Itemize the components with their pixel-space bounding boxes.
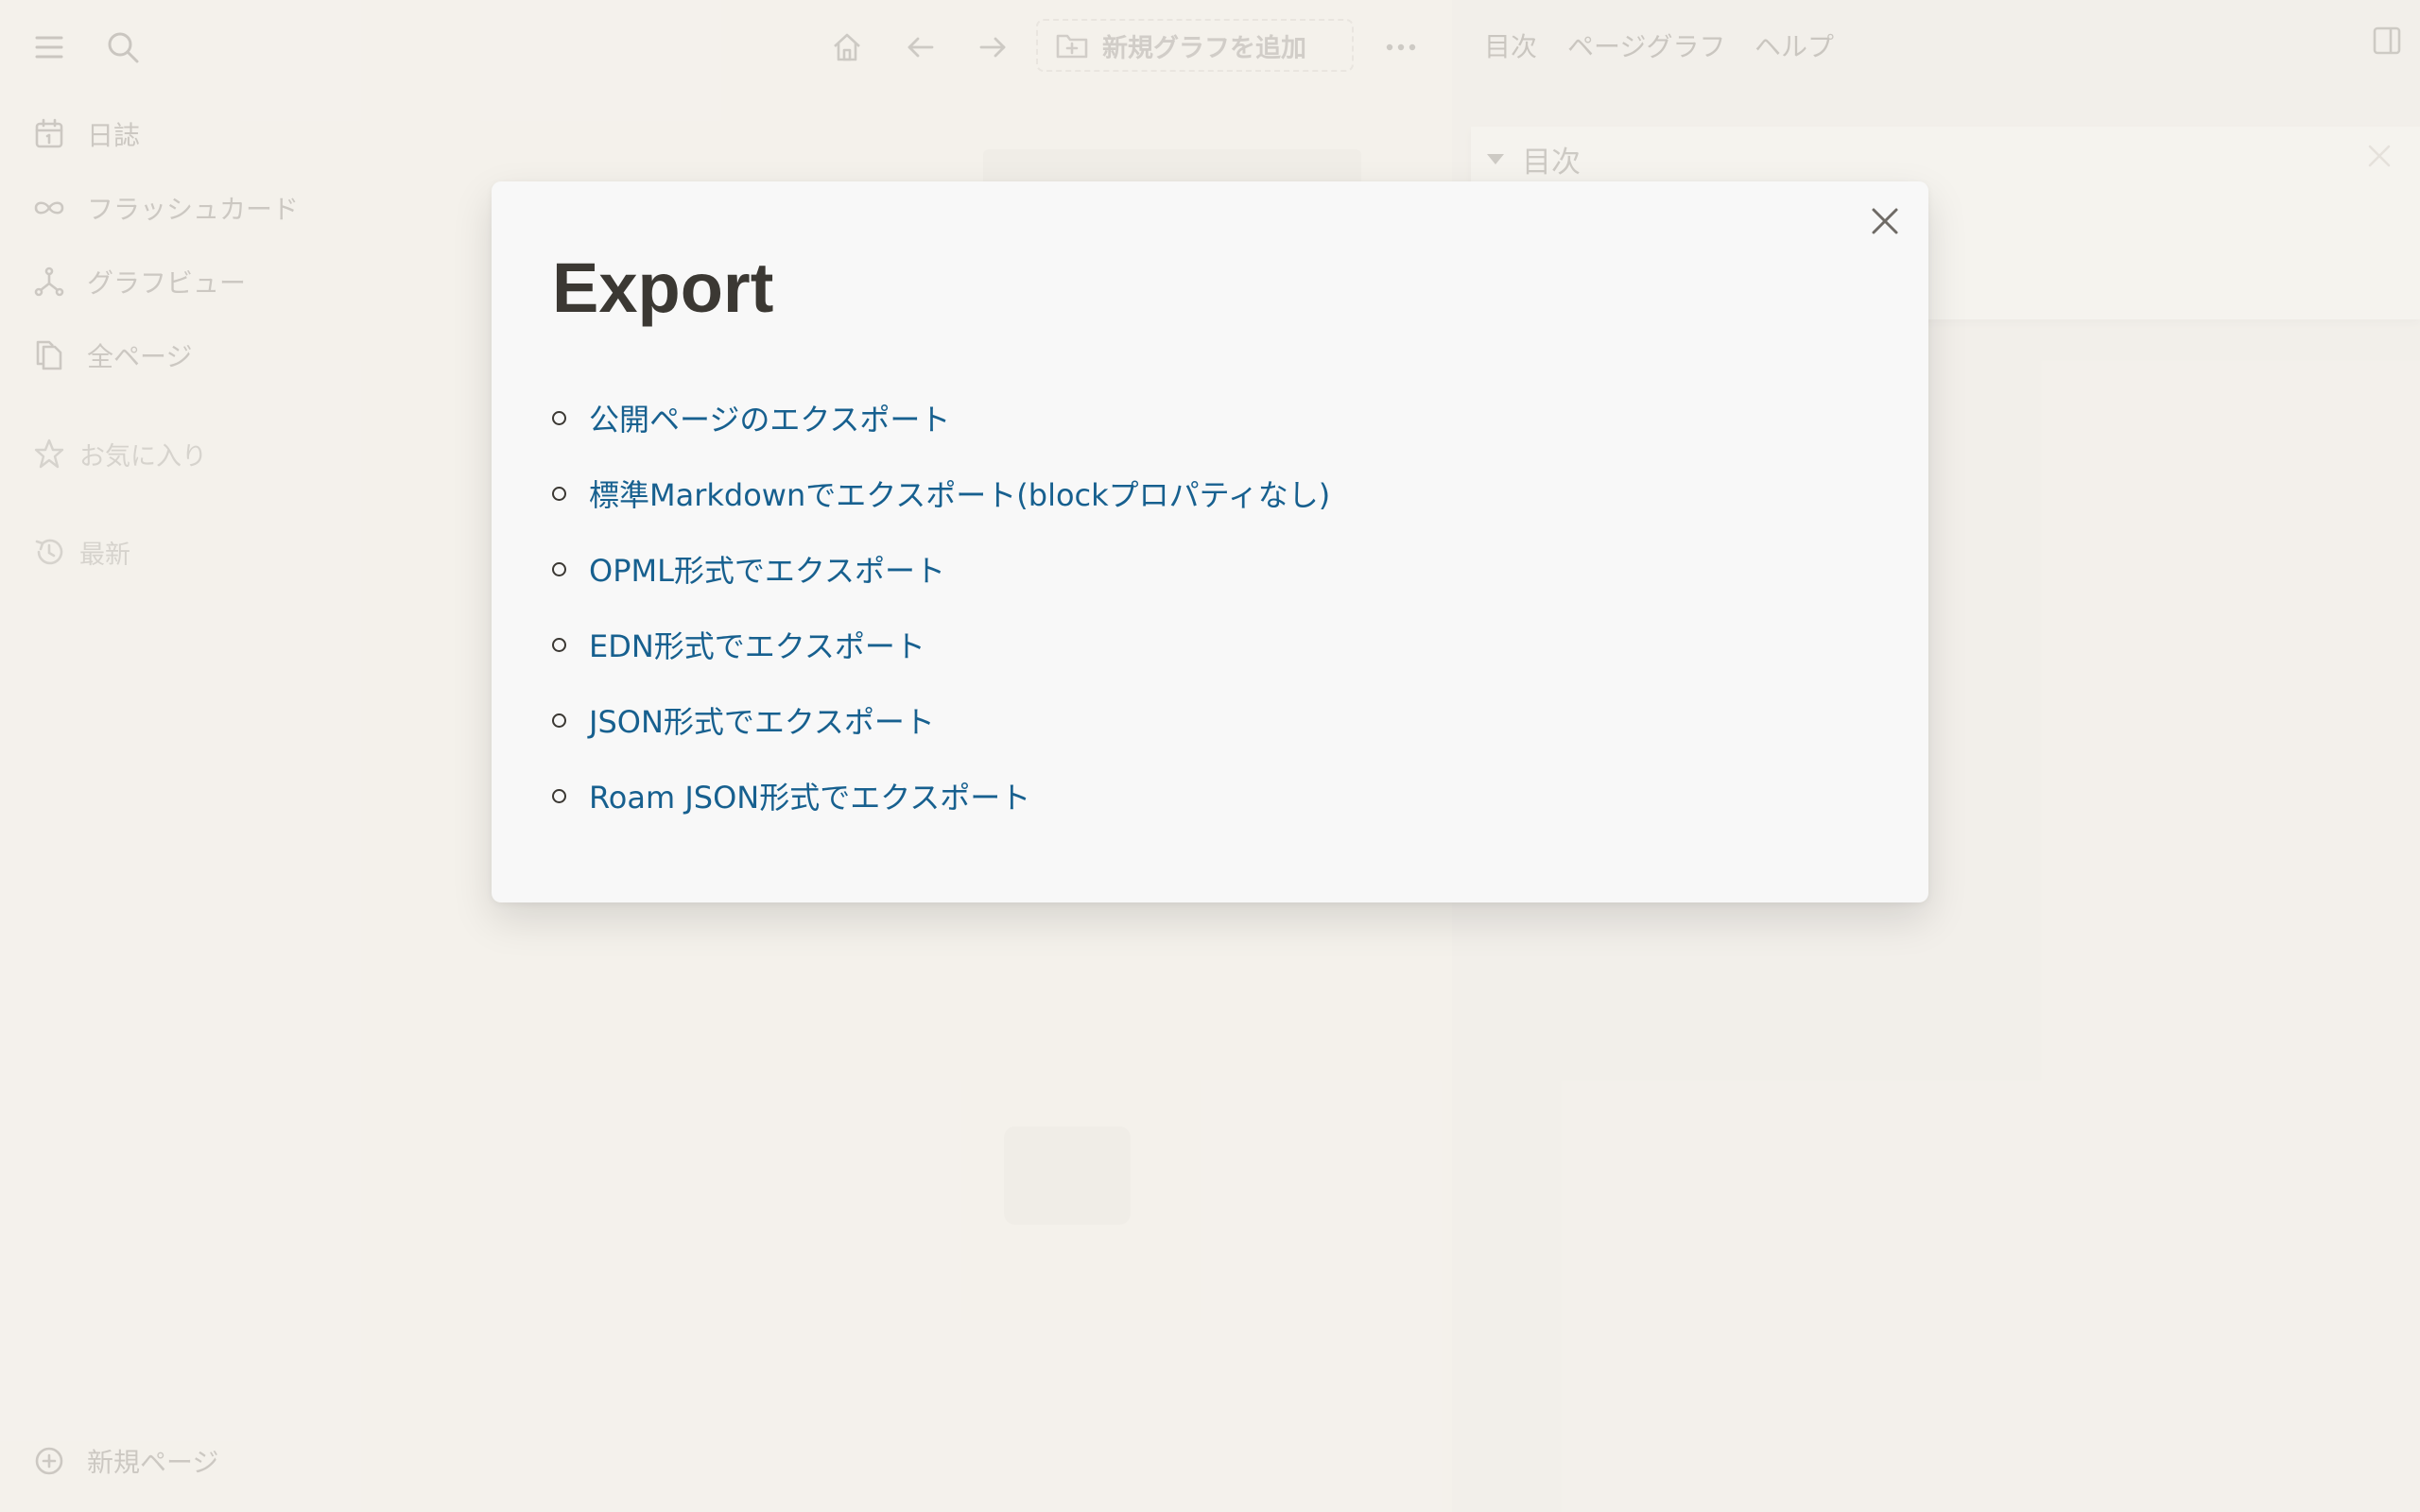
export-edn-link[interactable]: EDN形式でエクスポート [589,623,925,666]
list-item: 標準Markdownでエクスポート(blockプロパティなし) [552,455,1330,531]
bullet-icon [552,486,566,501]
bullet-icon [552,713,566,728]
list-item: EDN形式でエクスポート [552,607,1330,682]
export-json-link[interactable]: JSON形式でエクスポート [589,698,935,742]
bullet-icon [552,788,566,803]
close-icon[interactable] [1864,200,1906,242]
bullet-icon [552,561,566,576]
export-options-list: 公開ページのエクスポート 標準Markdownでエクスポート(blockプロパテ… [552,380,1330,833]
bullet-icon [552,637,566,652]
list-item: Roam JSON形式でエクスポート [552,758,1330,833]
bullet-icon [552,410,566,425]
export-dialog: Export 公開ページのエクスポート 標準Markdownでエクスポート(bl… [492,181,1928,902]
dialog-title: Export [552,249,774,327]
export-public-pages-link[interactable]: 公開ページのエクスポート [589,396,950,439]
export-opml-link[interactable]: OPML形式でエクスポート [589,547,945,591]
list-item: 公開ページのエクスポート [552,380,1330,455]
list-item: JSON形式でエクスポート [552,682,1330,758]
export-markdown-link[interactable]: 標準Markdownでエクスポート(blockプロパティなし) [589,472,1330,515]
list-item: OPML形式でエクスポート [552,531,1330,607]
export-roam-json-link[interactable]: Roam JSON形式でエクスポート [589,774,1030,817]
